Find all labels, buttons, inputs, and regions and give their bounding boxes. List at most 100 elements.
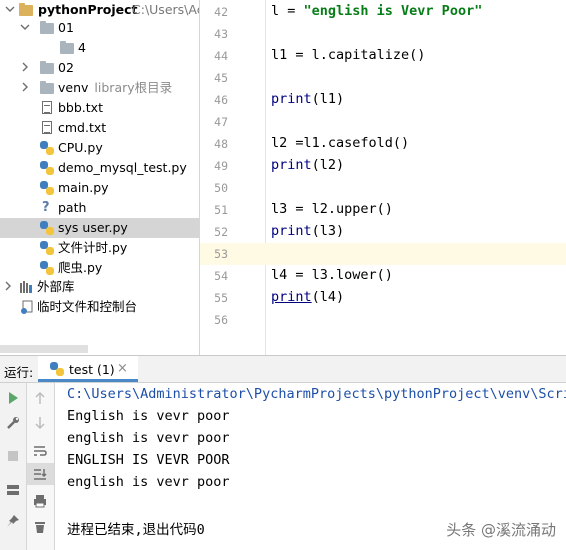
code-line[interactable]: 52 print(l3) xyxy=(200,221,566,243)
tree-item-label: 外部库 xyxy=(37,279,75,294)
code-text: print(l1) xyxy=(271,91,344,107)
builtin-token: print xyxy=(271,223,312,239)
tree-item-label: 爬虫.py xyxy=(58,260,103,275)
code-line[interactable]: 42 l = "english is Vevr Poor" xyxy=(200,1,566,23)
trash-icon xyxy=(35,522,45,533)
code-line[interactable]: 47 xyxy=(200,111,566,133)
code-token: (l2) xyxy=(311,157,345,173)
scroll-down-button[interactable] xyxy=(27,412,54,434)
console-line: English is vevr poor xyxy=(67,408,230,424)
code-text: l = "english is Vevr Poor" xyxy=(271,3,482,19)
horizontal-scrollbar[interactable] xyxy=(0,345,88,353)
tree-item-scratches[interactable]: 临时文件和控制台 xyxy=(0,297,199,317)
python-file-icon xyxy=(40,161,54,175)
pin-button[interactable] xyxy=(0,510,27,532)
line-number: 42 xyxy=(214,5,228,19)
code-line[interactable]: 44 l1 = l.capitalize() xyxy=(200,45,566,67)
tree-item-demo-mysql[interactable]: demo_mysql_test.py xyxy=(0,158,199,178)
console-line: ENGLISH IS VEVR POOR xyxy=(67,452,230,468)
clear-all-button[interactable] xyxy=(27,516,54,538)
unknown-file-icon: ? xyxy=(42,200,50,215)
tree-item-external-libs[interactable]: 外部库 xyxy=(0,277,199,297)
tree-root[interactable]: pythonProject C:\Users\Ac xyxy=(0,0,199,20)
code-line[interactable]: 48 l2 =l1.casefold() xyxy=(200,133,566,155)
line-number: 54 xyxy=(214,269,228,283)
run-side-toolbar xyxy=(0,383,27,550)
code-line[interactable]: 46 print(l1) xyxy=(200,89,566,111)
tree-item-4[interactable]: 4 xyxy=(0,38,199,58)
scroll-to-end-icon xyxy=(34,469,47,480)
chevron-right-icon[interactable] xyxy=(20,82,30,92)
code-text: print(l2) xyxy=(271,157,344,173)
code-line[interactable]: 54 l4 = l3.lower() xyxy=(200,265,566,287)
tree-item-label: CPU.py xyxy=(58,140,103,155)
code-line[interactable]: 49 print(l2) xyxy=(200,155,566,177)
print-icon xyxy=(34,495,46,508)
python-file-icon xyxy=(40,141,54,155)
chevron-right-icon[interactable] xyxy=(3,281,13,291)
tree-item-main-py[interactable]: main.py xyxy=(0,178,199,198)
run-label: 运行: xyxy=(4,365,34,380)
scroll-to-end-button[interactable] xyxy=(27,463,54,485)
line-number: 43 xyxy=(214,27,228,41)
console-toolbar xyxy=(27,383,55,550)
print-button[interactable] xyxy=(27,490,54,512)
chevron-down-icon[interactable] xyxy=(20,22,30,32)
line-number: 56 xyxy=(214,313,228,327)
run-console-output[interactable]: C:\Users\Administrator\PycharmProjects\p… xyxy=(55,383,566,550)
tree-item-label: demo_mysql_test.py xyxy=(58,160,187,175)
builtin-token: print xyxy=(271,157,312,173)
tree-item-path[interactable]: ? path xyxy=(0,198,199,218)
line-number: 45 xyxy=(214,71,228,85)
code-editor[interactable]: 42 l = "english is Vevr Poor" 43 44 l1 = l.c… xyxy=(200,0,566,355)
tree-item-label: cmd.txt xyxy=(58,120,107,135)
line-number: 48 xyxy=(214,137,228,151)
tree-item-label: 文件计时.py xyxy=(58,240,128,255)
text-file-icon xyxy=(40,121,54,135)
tree-item-label: 01 xyxy=(58,20,74,35)
tree-item-01[interactable]: 01 xyxy=(0,18,199,38)
arrow-down-icon xyxy=(35,417,45,430)
stop-button[interactable] xyxy=(0,445,27,467)
code-token: l2 =l1.casefold() xyxy=(271,135,410,151)
code-line[interactable]: 55 print(l4) xyxy=(200,287,566,309)
code-line[interactable]: 56 xyxy=(200,309,566,331)
builtin-token: print xyxy=(271,91,312,107)
play-icon xyxy=(9,392,18,404)
watermark: 头条 @溪流涌动 xyxy=(446,521,556,539)
scroll-up-button[interactable] xyxy=(27,387,54,409)
arrow-up-icon xyxy=(35,391,45,404)
tree-item-venv[interactable]: venv library根目录 xyxy=(0,78,199,98)
rerun-button[interactable] xyxy=(0,387,27,409)
layout-icon xyxy=(7,485,19,495)
code-line[interactable]: 50 xyxy=(200,177,566,199)
tree-item-crawler[interactable]: 爬虫.py xyxy=(0,258,199,278)
modify-config-button[interactable] xyxy=(0,412,27,434)
line-number: 46 xyxy=(214,93,228,107)
python-file-icon xyxy=(40,261,54,275)
python-file-icon xyxy=(40,221,54,235)
python-file-icon xyxy=(50,362,64,376)
line-number: 52 xyxy=(214,225,228,239)
code-text: print(l3) xyxy=(271,223,344,239)
soft-wrap-button[interactable] xyxy=(27,440,54,462)
python-file-icon xyxy=(40,181,54,195)
code-line[interactable]: 53 xyxy=(200,243,566,265)
line-number: 47 xyxy=(214,115,228,129)
layout-button[interactable] xyxy=(0,479,27,501)
tree-item-02[interactable]: 02 xyxy=(0,58,199,78)
tree-item-label: 4 xyxy=(78,40,86,55)
tree-item-sys-user-py[interactable]: sys user.py xyxy=(0,218,199,238)
code-line[interactable]: 43 xyxy=(200,23,566,45)
tree-item-cmd-txt[interactable]: cmd.txt xyxy=(0,118,199,138)
code-line[interactable]: 51 l3 = l2.upper() xyxy=(200,199,566,221)
chevron-down-icon[interactable] xyxy=(5,4,15,14)
tree-item-file-timer[interactable]: 文件计时.py xyxy=(0,238,199,258)
tree-item-cpu-py[interactable]: CPU.py xyxy=(0,138,199,158)
tree-item-bbb-txt[interactable]: bbb.txt xyxy=(0,98,199,118)
tree-item-label: sys user.py xyxy=(58,220,128,235)
folder-icon xyxy=(40,21,54,35)
close-icon[interactable]: × xyxy=(117,361,128,376)
chevron-right-icon[interactable] xyxy=(20,62,30,72)
code-line[interactable]: 45 xyxy=(200,67,566,89)
